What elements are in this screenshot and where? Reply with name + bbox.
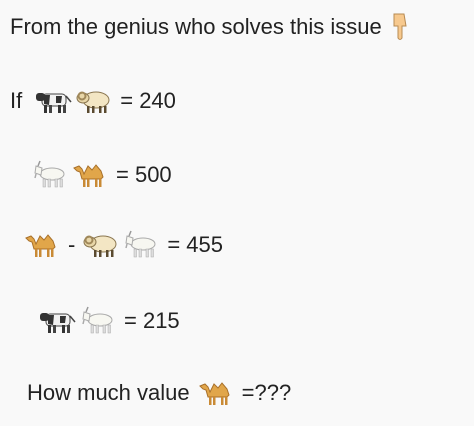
equation-1: If = 240: [10, 86, 176, 116]
equation-1-result: = 240: [120, 88, 176, 113]
equation-2: = 500: [30, 160, 172, 190]
cow-icon: [34, 86, 74, 116]
question-suffix: =???: [241, 380, 292, 405]
question-line: How much value =???: [27, 378, 291, 408]
goat-icon: [78, 306, 118, 336]
ram-icon: [81, 230, 121, 260]
equation-3: - = 455: [22, 230, 223, 260]
pointing-down-hand-icon: [388, 12, 412, 42]
equation-4-result: = 215: [124, 308, 180, 333]
ram-icon: [74, 86, 114, 116]
goat-icon: [121, 230, 161, 260]
camel-icon: [22, 230, 62, 260]
if-label: If: [10, 88, 23, 113]
camel-icon: [70, 160, 110, 190]
equation-2-result: = 500: [116, 162, 172, 187]
cow-icon: [38, 306, 78, 336]
camel-icon: [196, 378, 236, 408]
equation-4: = 215: [38, 306, 180, 336]
puzzle-title: From the genius who solves this issue: [10, 12, 412, 42]
equation-3-result: = 455: [167, 232, 223, 257]
title-text: From the genius who solves this issue: [10, 14, 382, 39]
question-label: How much value: [27, 380, 190, 405]
goat-icon: [30, 160, 70, 190]
minus-operator: -: [68, 232, 76, 257]
